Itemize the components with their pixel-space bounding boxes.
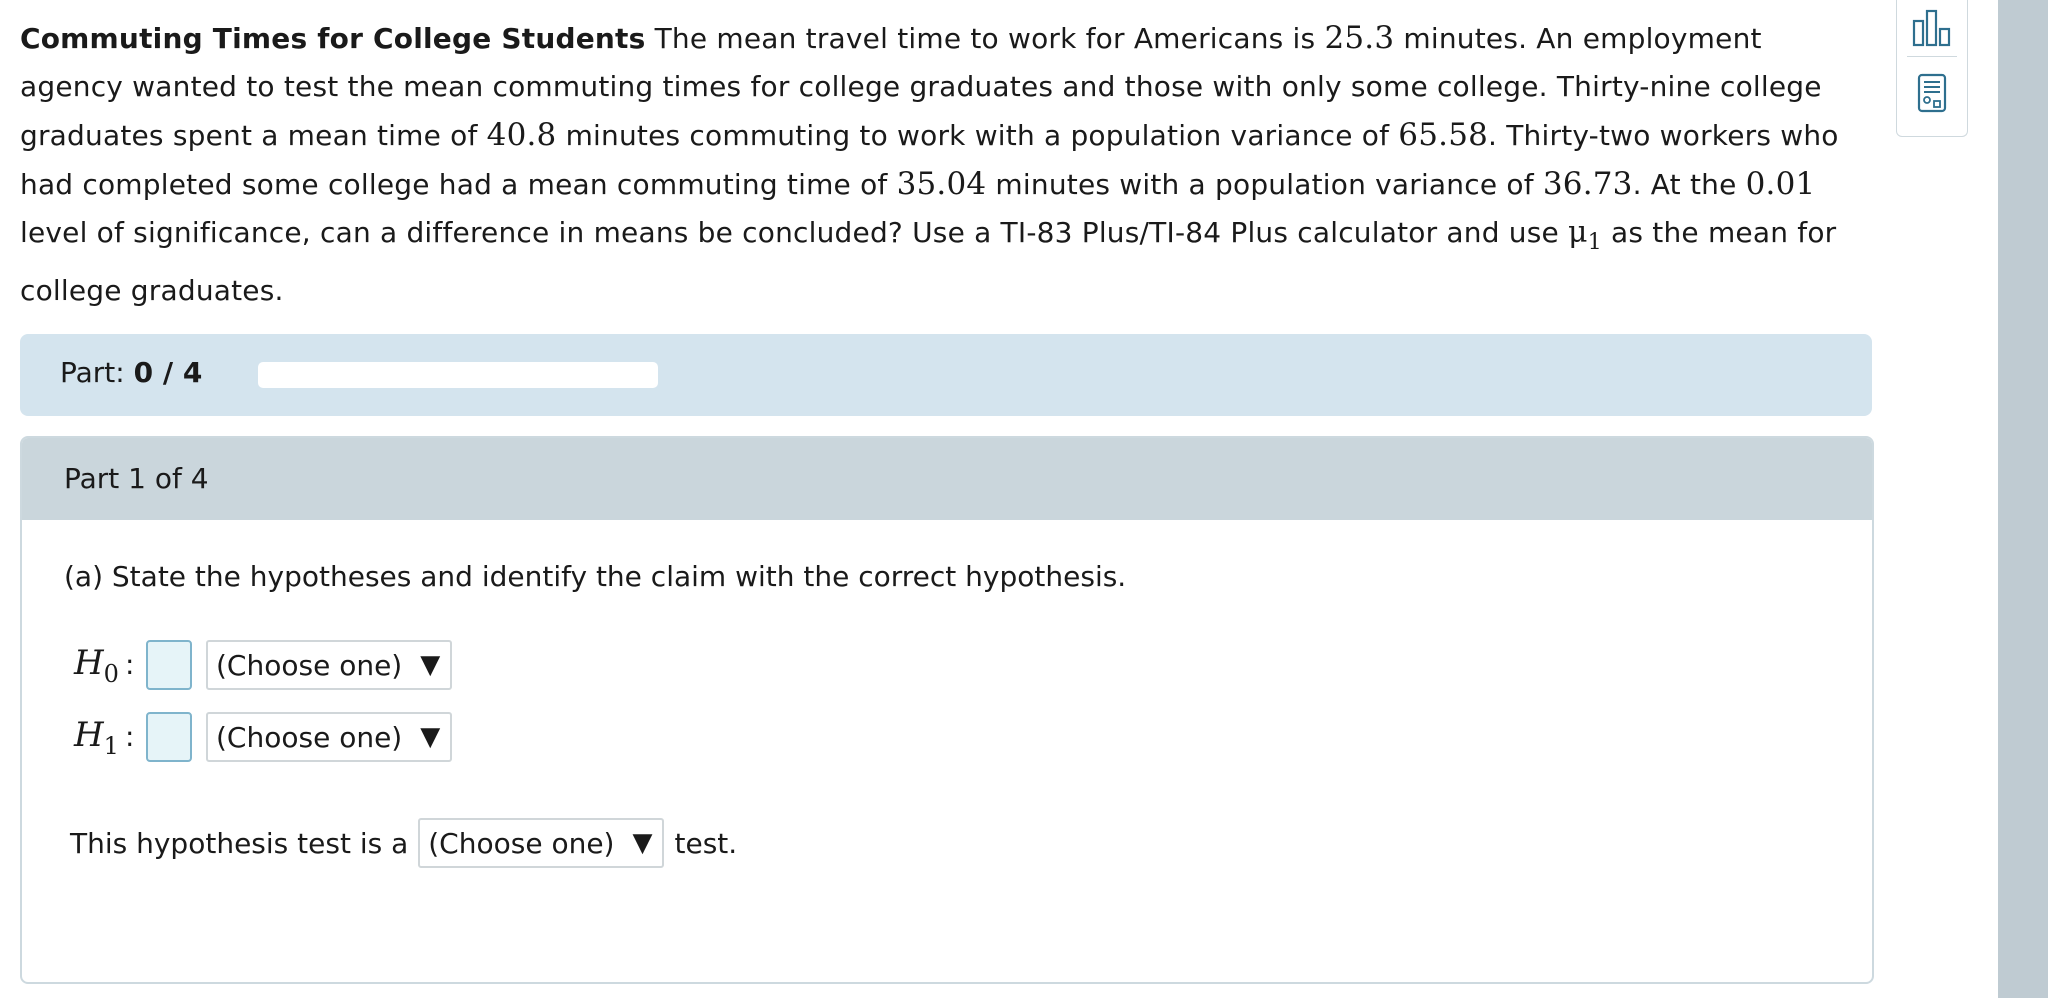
test-type-select[interactable]: (Choose one) ▼ bbox=[418, 818, 665, 868]
part-header: Part 1 of 4 bbox=[22, 438, 1872, 520]
value-mean-some-college: 35.04 bbox=[896, 166, 987, 202]
tools-panel bbox=[1896, 0, 1968, 137]
value-variance-some-college: 36.73 bbox=[1542, 166, 1633, 202]
test-type-row: This hypothesis test is a (Choose one) ▼… bbox=[70, 818, 737, 868]
problem-title: Commuting Times for College Students bbox=[20, 22, 646, 55]
chevron-down-icon: ▼ bbox=[420, 722, 441, 752]
scrollbar[interactable] bbox=[1998, 0, 2048, 998]
value-alpha: 0.01 bbox=[1745, 166, 1816, 202]
part-progress-count: 0 / 4 bbox=[133, 356, 203, 389]
part-progress-label: Part: 0 / 4 bbox=[60, 356, 203, 389]
h1-answer-box[interactable] bbox=[146, 712, 192, 762]
tools-divider bbox=[1907, 56, 1957, 57]
value-mean-all: 25.3 bbox=[1324, 20, 1395, 56]
part-header-title: Part 1 of 4 bbox=[64, 462, 209, 495]
part-card: Part 1 of 4 (a) State the hypotheses and… bbox=[20, 436, 1874, 984]
main-content: Commuting Times for College Students The… bbox=[0, 0, 1890, 998]
problem-statement: Commuting Times for College Students The… bbox=[20, 20, 1839, 307]
progress-track bbox=[258, 362, 658, 388]
h1-label: H1: bbox=[74, 714, 135, 760]
chevron-down-icon: ▼ bbox=[420, 650, 441, 680]
h0-row: H0: (Choose one) ▼ bbox=[74, 638, 453, 692]
part-progress-bar: Part: 0 / 4 bbox=[20, 334, 1872, 416]
h0-label: H0: bbox=[74, 642, 135, 688]
value-variance-graduates: 65.58 bbox=[1398, 117, 1489, 153]
bar-chart-icon[interactable] bbox=[1907, 4, 1957, 54]
h1-row: H1: (Choose one) ▼ bbox=[74, 710, 453, 764]
h1-claim-select[interactable]: (Choose one) ▼ bbox=[206, 712, 453, 762]
chevron-down-icon: ▼ bbox=[632, 828, 653, 858]
question-text: (a) State the hypotheses and identify th… bbox=[64, 560, 1127, 593]
h0-answer-box[interactable] bbox=[146, 640, 192, 690]
h0-claim-select[interactable]: (Choose one) ▼ bbox=[206, 640, 453, 690]
value-mean-graduates: 40.8 bbox=[486, 117, 557, 153]
mu-1-symbol: μ1 bbox=[1568, 215, 1602, 255]
calculator-icon[interactable] bbox=[1907, 68, 1957, 118]
